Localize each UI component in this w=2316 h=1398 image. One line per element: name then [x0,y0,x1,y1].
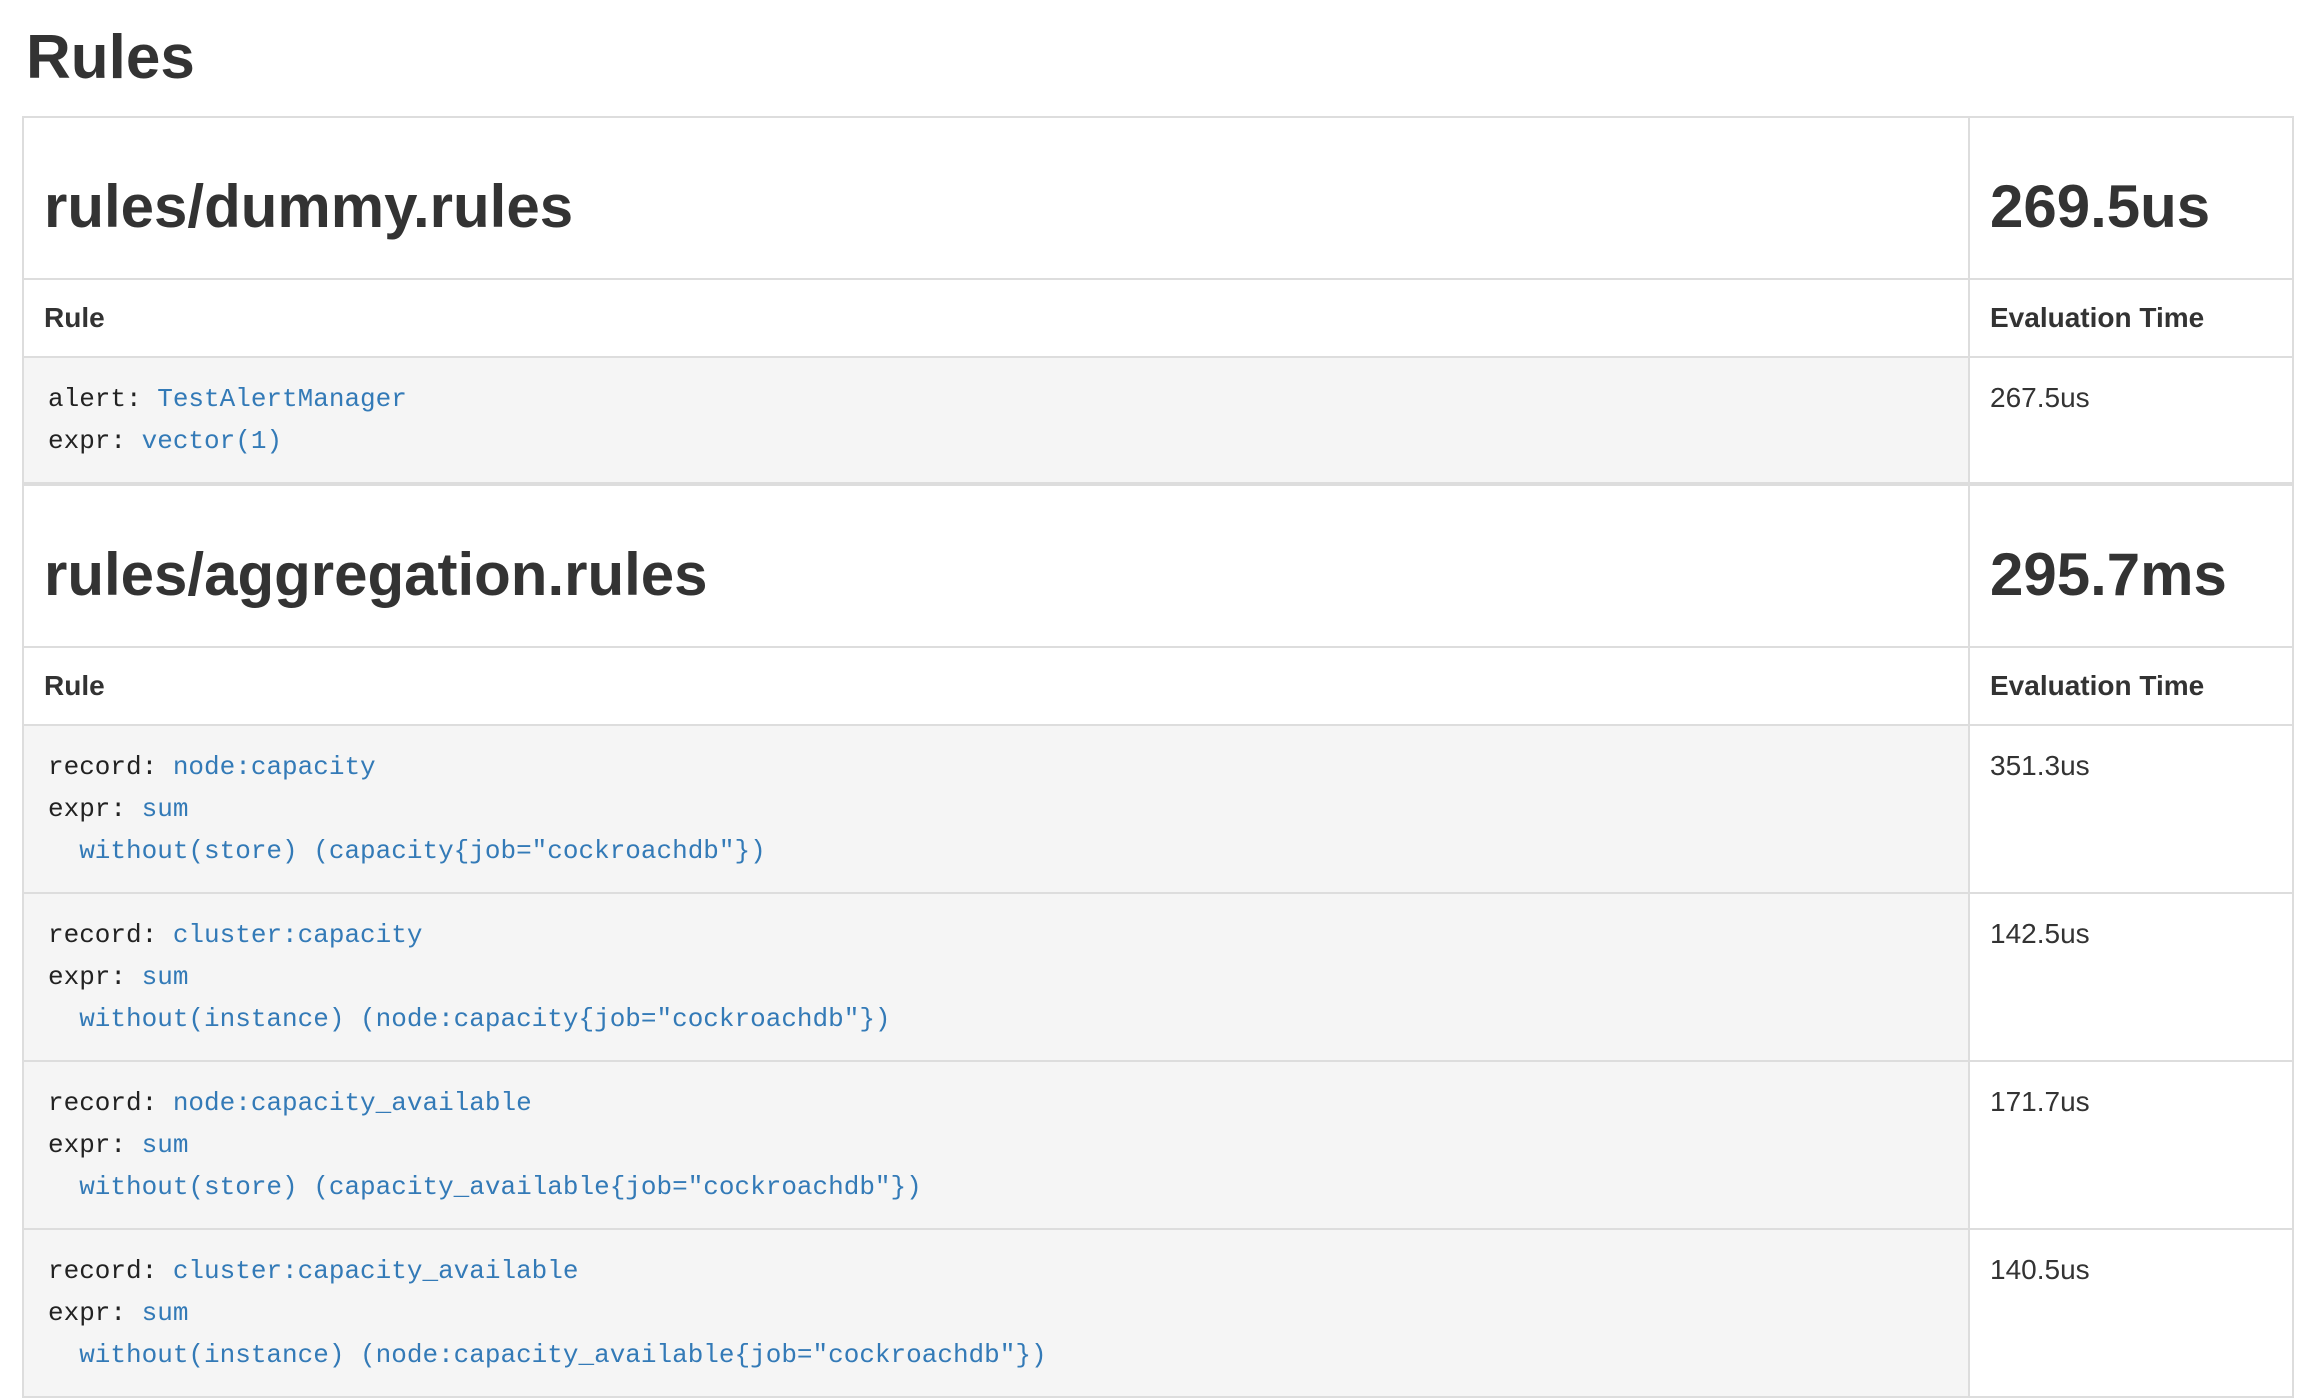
rule-code-line: without(instance) (node:capacity_availab… [48,1334,1944,1376]
rule-code-line: record: cluster:capacity [48,914,1944,956]
rule-code-line: record: cluster:capacity_available [48,1250,1944,1292]
rule-code-line: without(instance) (node:capacity{job="co… [48,998,1944,1040]
rule-cell: record: cluster:capacity_available expr:… [23,1229,1969,1397]
record-name-link[interactable]: node:capacity_available [173,1088,532,1118]
rule-key-label: record: [48,1256,173,1286]
rule-cell: alert: TestAlertManager expr: vector(1) [23,357,1969,483]
group-name-cell: rules/dummy.rules [23,117,1969,279]
rule-code-line: expr: sum [48,788,1944,830]
rule-code-line: expr: vector(1) [48,420,1944,462]
column-header-rule: Rule [23,647,1969,725]
record-name-link[interactable]: node:capacity [173,752,376,782]
evaluation-time-cell: 142.5us [1969,893,2293,1061]
rule-code-line: record: node:capacity_available [48,1082,1944,1124]
group-eval-cell: 269.5us [1969,117,2293,279]
column-header-evaluation-time: Evaluation Time [1969,279,2293,357]
rule-code-line: record: node:capacity [48,746,1944,788]
rule-row: alert: TestAlertManager expr: vector(1) … [23,357,2293,483]
rule-group-name: rules/dummy.rules [44,174,1948,240]
rule-expr-link[interactable]: sum [142,1130,189,1160]
rule-key-label: expr: [48,1130,142,1160]
evaluation-time-cell: 351.3us [1969,725,2293,893]
evaluation-time-cell: 140.5us [1969,1229,2293,1397]
rule-key-label: alert: [48,384,157,414]
rule-key-label: record: [48,920,173,950]
rule-expr-continuation-link[interactable]: without(store) (capacity_available{job="… [48,1172,922,1202]
rule-group-table-aggregation: rules/aggregation.rules 295.7ms Rule Eva… [22,484,2294,1398]
record-name-link[interactable]: cluster:capacity_available [173,1256,579,1286]
rule-key-label: expr: [48,426,142,456]
rule-group-eval-time: 269.5us [1990,174,2272,240]
rule-key-label: expr: [48,1298,142,1328]
rule-code-line: without(store) (capacity{job="cockroachd… [48,830,1944,872]
rule-row: record: node:capacity expr: sum without(… [23,725,2293,893]
record-name-link[interactable]: cluster:capacity [173,920,423,950]
group-eval-cell: 295.7ms [1969,485,2293,647]
group-name-cell: rules/aggregation.rules [23,485,1969,647]
rule-cell: record: cluster:capacity expr: sum witho… [23,893,1969,1061]
rule-expr-link[interactable]: sum [142,794,189,824]
rule-expr-link[interactable]: sum [142,1298,189,1328]
column-header-evaluation-time: Evaluation Time [1969,647,2293,725]
rule-expr-link[interactable]: sum [142,962,189,992]
column-header-row: Rule Evaluation Time [23,279,2293,357]
rule-code-line: expr: sum [48,1124,1944,1166]
evaluation-time-cell: 171.7us [1969,1061,2293,1229]
rule-expr-link[interactable]: vector(1) [142,426,282,456]
rule-key-label: record: [48,1088,173,1118]
rule-code-line: expr: sum [48,1292,1944,1334]
rule-key-label: expr: [48,962,142,992]
rule-code-line: without(store) (capacity_available{job="… [48,1166,1944,1208]
rule-key-label: record: [48,752,173,782]
rule-expr-continuation-link[interactable]: without(instance) (node:capacity{job="co… [48,1004,891,1034]
evaluation-time-cell: 267.5us [1969,357,2293,483]
alert-name-link[interactable]: TestAlertManager [157,384,407,414]
group-header-row: rules/aggregation.rules 295.7ms [23,485,2293,647]
rule-code-line: expr: sum [48,956,1944,998]
page-title: Rules [26,24,2294,92]
rule-cell: record: node:capacity expr: sum without(… [23,725,1969,893]
rule-row: record: cluster:capacity_available expr:… [23,1229,2293,1397]
rule-key-label: expr: [48,794,142,824]
rule-expr-continuation-link[interactable]: without(store) (capacity{job="cockroachd… [48,836,766,866]
rule-row: record: cluster:capacity expr: sum witho… [23,893,2293,1061]
column-header-row: Rule Evaluation Time [23,647,2293,725]
rule-cell: record: node:capacity_available expr: su… [23,1061,1969,1229]
group-header-row: rules/dummy.rules 269.5us [23,117,2293,279]
rule-group-name: rules/aggregation.rules [44,542,1948,608]
column-header-rule: Rule [23,279,1969,357]
rule-expr-continuation-link[interactable]: without(instance) (node:capacity_availab… [48,1340,1047,1370]
rule-row: record: node:capacity_available expr: su… [23,1061,2293,1229]
rule-group-table-dummy: rules/dummy.rules 269.5us Rule Evaluatio… [22,116,2294,484]
rule-code-line: alert: TestAlertManager [48,378,1944,420]
rule-group-eval-time: 295.7ms [1990,542,2272,608]
